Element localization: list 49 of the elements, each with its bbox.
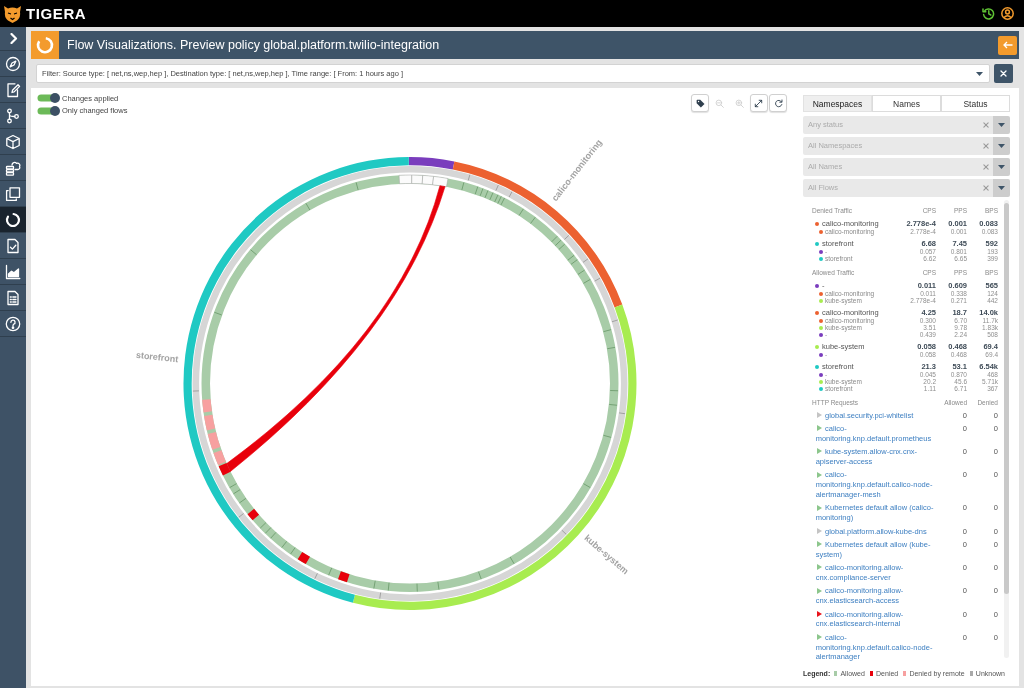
tag-icon xyxy=(695,98,705,108)
zoom-in-icon xyxy=(734,98,744,108)
back-button[interactable] xyxy=(998,35,1017,55)
caret-down-icon xyxy=(998,143,1005,148)
cube-icon xyxy=(5,133,21,150)
arrow-left-icon xyxy=(1002,41,1013,49)
close-icon xyxy=(983,163,989,170)
close-icon xyxy=(983,184,989,191)
fullscreen-button[interactable] xyxy=(749,94,768,112)
close-icon xyxy=(983,142,989,149)
expand-icon xyxy=(754,98,763,108)
tab[interactable]: Namespaces xyxy=(803,95,872,112)
help-icon xyxy=(5,315,21,332)
close-icon xyxy=(1000,70,1007,77)
history-icon[interactable] xyxy=(982,7,995,20)
caret-down-icon[interactable] xyxy=(976,71,983,76)
ring-icon xyxy=(5,211,21,228)
brand-name: TIGERA xyxy=(26,5,87,22)
refresh-icon xyxy=(773,98,783,108)
refresh-button[interactable] xyxy=(769,94,787,112)
caret-down-icon xyxy=(998,122,1005,127)
cloud-server-icon xyxy=(5,159,21,176)
edit-document-icon xyxy=(5,81,21,98)
dropdown-button[interactable] xyxy=(993,178,1010,197)
dropdown-button[interactable] xyxy=(993,115,1010,134)
toggle-switch[interactable] xyxy=(37,105,60,116)
list-document-icon xyxy=(5,289,21,306)
caret-down-icon xyxy=(998,185,1005,190)
clear-button[interactable] xyxy=(994,64,1013,83)
caret-down-icon xyxy=(998,164,1005,169)
branch-icon xyxy=(5,107,21,124)
nav-item[interactable] xyxy=(0,207,26,233)
toggle-switch[interactable] xyxy=(37,93,60,104)
user-icon[interactable] xyxy=(1001,7,1014,20)
tab[interactable]: Names xyxy=(872,95,941,112)
dropdown-button[interactable] xyxy=(993,157,1010,176)
copy-icon xyxy=(5,185,21,202)
tag-button[interactable] xyxy=(691,94,709,112)
namespace-label: storefront xyxy=(135,349,179,365)
compass-icon xyxy=(5,55,21,72)
tab[interactable]: Status xyxy=(941,95,1010,112)
close-icon xyxy=(983,121,989,128)
zoom-out-icon xyxy=(715,98,724,108)
area-chart-icon xyxy=(5,263,21,280)
scrollbar[interactable] xyxy=(1004,200,1009,658)
page-title: Flow Visualizations. Preview policy global.platform.twilio-integration xyxy=(67,38,441,52)
document-check-icon xyxy=(5,237,21,254)
dropdown-button[interactable] xyxy=(993,136,1010,155)
ring-icon xyxy=(31,31,59,59)
